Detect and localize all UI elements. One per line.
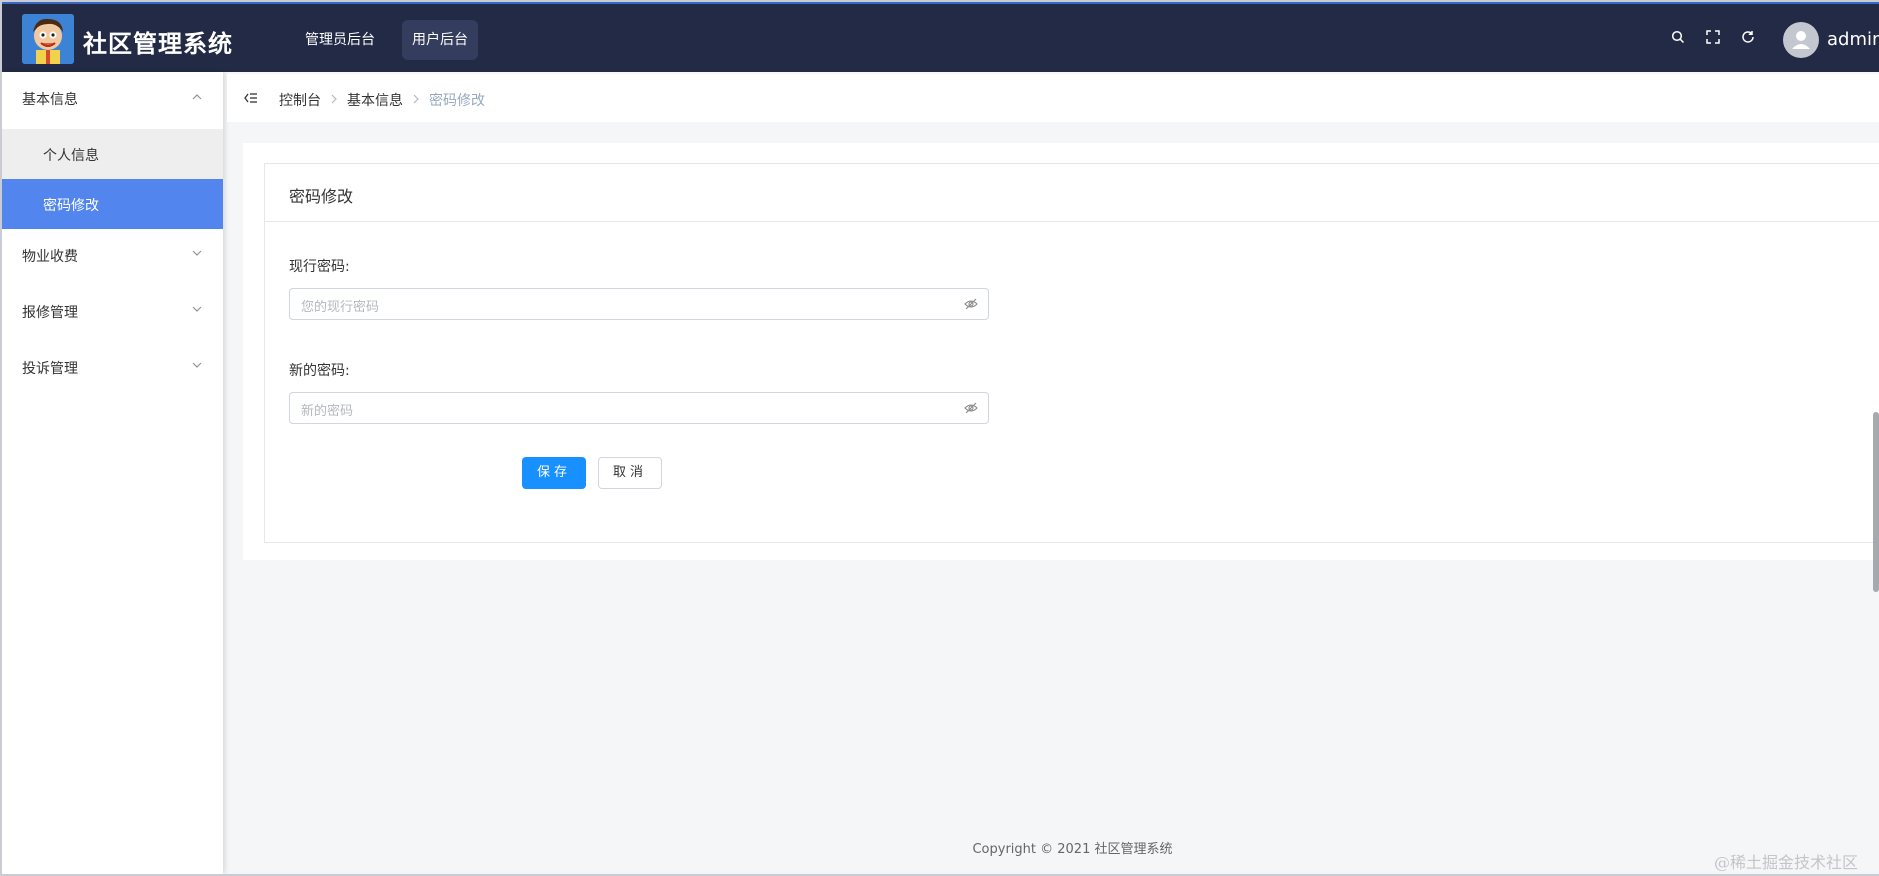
chevron-right-icon: [413, 94, 419, 104]
password-form-card: 密码修改 现行密码: 您的现行密码 新的密码: 新的密码 保存 取消: [264, 163, 1879, 543]
current-password-label: 现行密码:: [289, 259, 350, 275]
eye-hidden-icon[interactable]: [964, 298, 978, 310]
chevron-down-icon: [192, 306, 202, 312]
logo: [22, 14, 74, 64]
sidebar-group-label: 物业收费: [22, 249, 78, 265]
cancel-button[interactable]: 取消: [598, 457, 662, 489]
footer-copyright: Copyright © 2021 社区管理系统: [972, 842, 1173, 857]
sidebar-item-password-change[interactable]: 密码修改: [2, 179, 223, 229]
sidebar: 基本信息 个人信息 密码修改 物业收费 报修管理 投诉管理: [2, 72, 223, 874]
breadcrumb-item-basic-info[interactable]: 基本信息: [347, 90, 403, 110]
breadcrumb-bar: 控制台 基本信息 密码修改: [227, 74, 1879, 122]
sidebar-item-personal-info[interactable]: 个人信息: [2, 129, 223, 179]
breadcrumb-item-password-change: 密码修改: [429, 93, 485, 109]
chevron-right-icon: [331, 94, 337, 104]
top-header: 社区管理系统 管理员后台 用户后台 admin: [2, 2, 1879, 72]
sidebar-group-repair-management[interactable]: 报修管理: [2, 285, 223, 337]
collapse-sidebar-icon[interactable]: [244, 91, 258, 105]
chevron-down-icon: [192, 362, 202, 368]
new-password-input[interactable]: 新的密码: [289, 392, 989, 424]
app-title: 社区管理系统: [83, 30, 233, 58]
fullscreen-icon[interactable]: [1706, 29, 1724, 47]
card-divider: [265, 221, 1879, 222]
sidebar-item-label: 个人信息: [43, 148, 99, 164]
eye-hidden-icon[interactable]: [964, 402, 978, 414]
refresh-icon[interactable]: [1741, 29, 1759, 47]
current-password-placeholder: 您的现行密码: [301, 300, 380, 315]
search-icon[interactable]: [1671, 29, 1689, 47]
card-title: 密码修改: [289, 187, 354, 206]
sidebar-group-label: 基本信息: [22, 92, 78, 108]
sidebar-group-property-fees[interactable]: 物业收费: [2, 229, 223, 281]
nav-user-backend[interactable]: 用户后台: [402, 20, 478, 60]
new-password-placeholder: 新的密码: [301, 404, 354, 419]
new-password-label: 新的密码:: [289, 363, 350, 379]
watermark: @稀土掘金技术社区: [1714, 853, 1859, 872]
username[interactable]: admin: [1827, 29, 1879, 50]
nav-admin-backend[interactable]: 管理员后台: [295, 20, 385, 60]
sidebar-group-label: 报修管理: [22, 305, 78, 321]
sidebar-group-label: 投诉管理: [22, 361, 78, 377]
current-password-input[interactable]: 您的现行密码: [289, 288, 989, 320]
sidebar-group-basic-info[interactable]: 基本信息: [2, 72, 223, 124]
app-window: 社区管理系统 管理员后台 用户后台 admin 基本信息 个人信息 密码修改 物…: [2, 2, 1879, 874]
save-button[interactable]: 保存: [522, 457, 586, 489]
scrollbar[interactable]: [1873, 412, 1879, 592]
sidebar-group-complaint-management[interactable]: 投诉管理: [2, 341, 223, 393]
chevron-down-icon: [192, 250, 202, 256]
breadcrumb-item-dashboard[interactable]: 控制台: [279, 90, 321, 110]
avatar[interactable]: [1783, 22, 1819, 58]
sidebar-item-label: 密码修改: [43, 198, 99, 214]
chevron-up-icon: [192, 94, 202, 100]
